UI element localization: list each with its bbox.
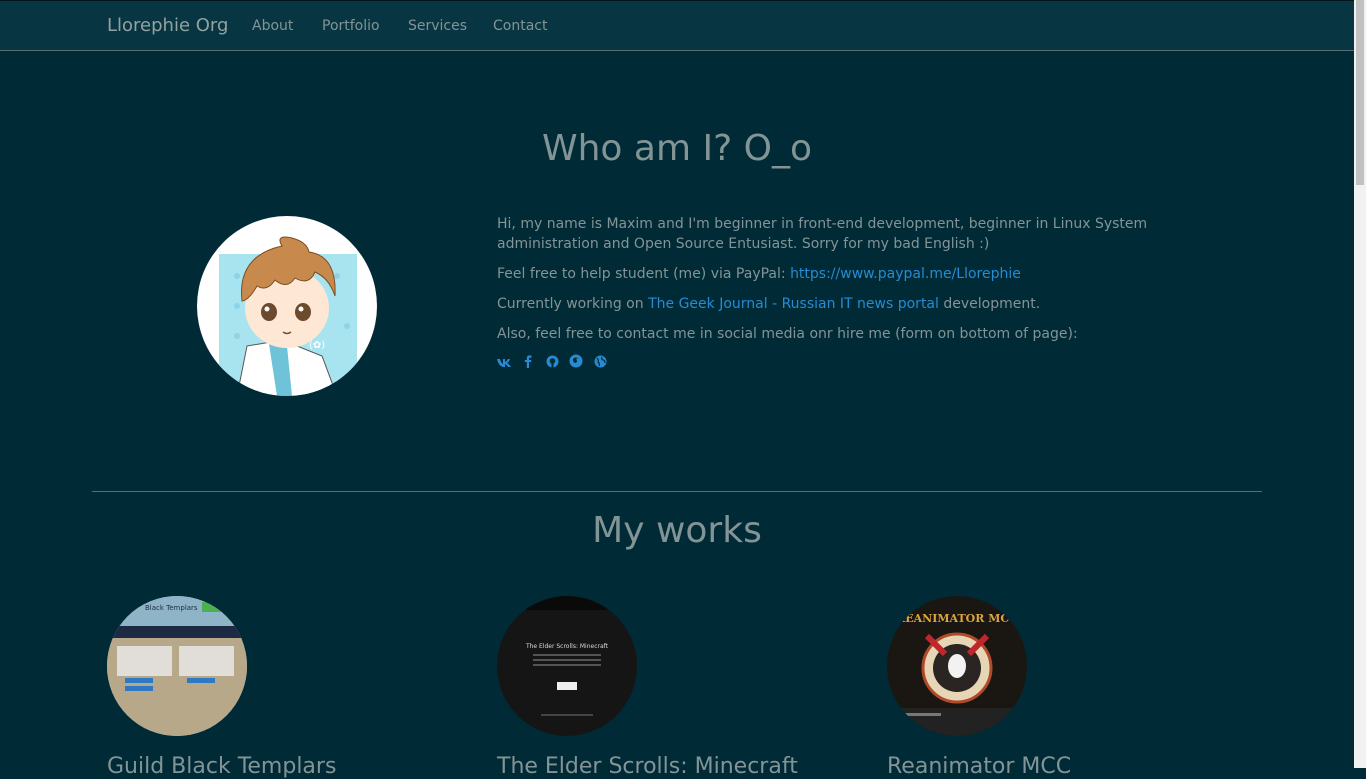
bio-paypal-text: Feel free to help student (me) via PayPa… — [497, 266, 791, 282]
nav-link-about[interactable]: About — [252, 18, 293, 34]
brand-link[interactable]: Llorephie Org — [107, 15, 228, 36]
bio-working-prefix: Currently working on — [497, 296, 649, 312]
svg-text:(✿): (✿) — [309, 340, 325, 351]
avatar: (✿) — [197, 216, 377, 396]
work-title[interactable]: The Elder Scrolls: Minecraft — [497, 754, 798, 779]
top-navbar: Llorephie Org About Portfolio Services C… — [0, 0, 1354, 51]
scrollbar-thumb[interactable] — [1356, 0, 1364, 185]
bio-working: Currently working on The Geek Journal - … — [497, 294, 1237, 314]
bio-contact: Also, feel free to contact me in social … — [497, 326, 1078, 342]
about-title: Who am I? O_o — [542, 128, 812, 169]
paypal-link[interactable]: https://www.paypal.me/Llorephie — [790, 266, 1021, 282]
page-scrollbar[interactable] — [1354, 0, 1366, 768]
section-divider — [92, 491, 1262, 492]
nav-link-contact[interactable]: Contact — [493, 18, 547, 34]
work-item-reanimator-mcc[interactable]: REANIMATOR MCC Reanimator MCC — [887, 596, 1167, 779]
work-item-black-templars[interactable]: Black Templars Guild Black Templars — [107, 596, 387, 779]
work-thumbnail[interactable]: The Elder Scrolls: Minecraft — [497, 596, 637, 736]
bio: Hi, my name is Maxim and I'm beginner in… — [497, 214, 1237, 375]
nav-link-services[interactable]: Services — [408, 18, 467, 34]
facebook-icon[interactable] — [521, 354, 535, 375]
work-item-elder-scrolls-minecraft[interactable]: The Elder Scrolls: Minecraft The Elder S… — [497, 596, 798, 779]
bio-paypal: Feel free to help student (me) via PayPa… — [497, 264, 1237, 284]
nav-link-portfolio[interactable]: Portfolio — [322, 18, 380, 34]
vk-icon[interactable] — [497, 355, 511, 375]
work-thumbnail[interactable]: Black Templars — [107, 596, 247, 736]
work-title[interactable]: Reanimator MCC — [887, 754, 1071, 779]
bio-intro: Hi, my name is Maxim and I'm beginner in… — [497, 216, 1148, 252]
geek-journal-link[interactable]: The Geek Journal - Russian IT news porta… — [648, 296, 939, 312]
work-thumb-text: Black Templars — [145, 604, 198, 612]
work-title[interactable]: Guild Black Templars — [107, 754, 336, 779]
works-title: My works — [592, 510, 762, 551]
github-icon[interactable] — [545, 355, 559, 375]
globe-icon[interactable] — [593, 355, 607, 375]
avatar-illustration: (✿) — [219, 236, 357, 396]
work-thumb-text: REANIMATOR MCC — [896, 612, 1018, 625]
work-thumbnail[interactable]: REANIMATOR MCC — [887, 596, 1027, 736]
firefox-icon[interactable] — [569, 354, 583, 375]
social-links — [497, 354, 1237, 375]
bio-working-suffix: development. — [938, 296, 1041, 312]
work-thumb-text: The Elder Scrolls: Minecraft — [525, 643, 609, 650]
